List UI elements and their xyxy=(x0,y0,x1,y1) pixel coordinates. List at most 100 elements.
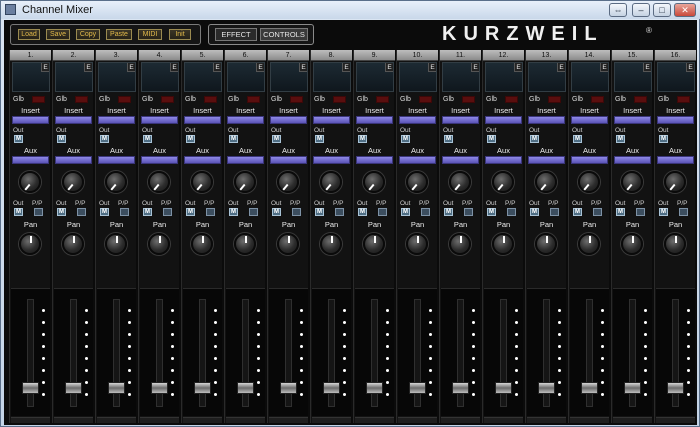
pan-knob[interactable] xyxy=(19,233,41,255)
aux-level-knob[interactable] xyxy=(320,171,342,193)
insert-mute-button[interactable]: M xyxy=(100,135,109,143)
aux-level-knob[interactable] xyxy=(148,171,170,193)
insert-mute-button[interactable]: M xyxy=(186,135,195,143)
insert-slot[interactable] xyxy=(270,116,307,124)
pre-post-toggle[interactable] xyxy=(636,208,645,216)
program-slot[interactable]: E xyxy=(614,62,652,92)
volume-fader[interactable] xyxy=(495,382,512,394)
insert-slot[interactable] xyxy=(12,116,49,124)
edit-button[interactable]: E xyxy=(256,63,264,72)
maximize-button[interactable]: □ xyxy=(653,3,671,17)
volume-fader[interactable] xyxy=(581,382,598,394)
pre-post-toggle[interactable] xyxy=(34,208,43,216)
aux-mute-button[interactable]: M xyxy=(401,208,410,216)
save-button[interactable]: Save xyxy=(46,29,70,40)
insert-mute-button[interactable]: M xyxy=(358,135,367,143)
pan-knob[interactable] xyxy=(664,233,686,255)
paste-button[interactable]: Paste xyxy=(106,29,132,40)
aux-slot[interactable] xyxy=(356,156,393,164)
aux-mute-button[interactable]: M xyxy=(487,208,496,216)
pre-post-toggle[interactable] xyxy=(550,208,559,216)
copy-button[interactable]: Copy xyxy=(76,29,100,40)
pre-post-toggle[interactable] xyxy=(292,208,301,216)
aux-level-knob[interactable] xyxy=(621,171,643,193)
aux-slot[interactable] xyxy=(528,156,565,164)
volume-fader[interactable] xyxy=(366,382,383,394)
insert-mute-button[interactable]: M xyxy=(229,135,238,143)
edit-button[interactable]: E xyxy=(41,63,49,72)
aux-slot[interactable] xyxy=(399,156,436,164)
pan-knob[interactable] xyxy=(492,233,514,255)
aux-slot[interactable] xyxy=(571,156,608,164)
insert-slot[interactable] xyxy=(184,116,221,124)
pre-post-toggle[interactable] xyxy=(249,208,258,216)
aux-level-knob[interactable] xyxy=(19,171,41,193)
aux-mute-button[interactable]: M xyxy=(100,208,109,216)
aux-slot[interactable] xyxy=(12,156,49,164)
edit-button[interactable]: E xyxy=(127,63,135,72)
glb-led-toggle[interactable] xyxy=(591,96,604,103)
glb-led-toggle[interactable] xyxy=(118,96,131,103)
volume-fader[interactable] xyxy=(22,382,39,394)
pan-knob[interactable] xyxy=(148,233,170,255)
glb-led-toggle[interactable] xyxy=(333,96,346,103)
volume-fader[interactable] xyxy=(667,382,684,394)
pre-post-toggle[interactable] xyxy=(335,208,344,216)
insert-slot[interactable] xyxy=(141,116,178,124)
pre-post-toggle[interactable] xyxy=(593,208,602,216)
pan-knob[interactable] xyxy=(191,233,213,255)
insert-slot[interactable] xyxy=(657,116,694,124)
insert-slot[interactable] xyxy=(571,116,608,124)
volume-fader[interactable] xyxy=(108,382,125,394)
program-slot[interactable]: E xyxy=(55,62,93,92)
aux-level-knob[interactable] xyxy=(191,171,213,193)
volume-fader[interactable] xyxy=(151,382,168,394)
volume-fader[interactable] xyxy=(237,382,254,394)
program-slot[interactable]: E xyxy=(141,62,179,92)
pre-post-toggle[interactable] xyxy=(421,208,430,216)
insert-slot[interactable] xyxy=(356,116,393,124)
pre-post-toggle[interactable] xyxy=(507,208,516,216)
insert-mute-button[interactable]: M xyxy=(487,135,496,143)
pre-post-toggle[interactable] xyxy=(679,208,688,216)
insert-mute-button[interactable]: M xyxy=(573,135,582,143)
program-slot[interactable]: E xyxy=(313,62,351,92)
aux-level-knob[interactable] xyxy=(62,171,84,193)
aux-slot[interactable] xyxy=(442,156,479,164)
glb-led-toggle[interactable] xyxy=(204,96,217,103)
insert-slot[interactable] xyxy=(528,116,565,124)
pan-knob[interactable] xyxy=(62,233,84,255)
volume-fader[interactable] xyxy=(65,382,82,394)
volume-fader[interactable] xyxy=(409,382,426,394)
insert-slot[interactable] xyxy=(614,116,651,124)
edit-button[interactable]: E xyxy=(170,63,178,72)
volume-fader[interactable] xyxy=(194,382,211,394)
glb-led-toggle[interactable] xyxy=(505,96,518,103)
volume-fader[interactable] xyxy=(624,382,641,394)
aux-level-knob[interactable] xyxy=(492,171,514,193)
aux-mute-button[interactable]: M xyxy=(14,208,23,216)
program-slot[interactable]: E xyxy=(356,62,394,92)
insert-slot[interactable] xyxy=(98,116,135,124)
edit-button[interactable]: E xyxy=(643,63,651,72)
aux-mute-button[interactable]: M xyxy=(358,208,367,216)
aux-level-knob[interactable] xyxy=(105,171,127,193)
edit-button[interactable]: E xyxy=(84,63,92,72)
program-slot[interactable]: E xyxy=(12,62,50,92)
program-slot[interactable]: E xyxy=(485,62,523,92)
program-slot[interactable]: E xyxy=(98,62,136,92)
pan-knob[interactable] xyxy=(406,233,428,255)
insert-mute-button[interactable]: M xyxy=(401,135,410,143)
insert-mute-button[interactable]: M xyxy=(530,135,539,143)
aux-slot[interactable] xyxy=(657,156,694,164)
aux-mute-button[interactable]: M xyxy=(616,208,625,216)
effect-button[interactable]: EFFECT xyxy=(215,28,257,41)
insert-slot[interactable] xyxy=(485,116,522,124)
aux-mute-button[interactable]: M xyxy=(57,208,66,216)
glb-led-toggle[interactable] xyxy=(247,96,260,103)
pan-knob[interactable] xyxy=(277,233,299,255)
close-button[interactable]: ✕ xyxy=(674,3,696,17)
glb-led-toggle[interactable] xyxy=(419,96,432,103)
pan-knob[interactable] xyxy=(535,233,557,255)
edit-button[interactable]: E xyxy=(342,63,350,72)
